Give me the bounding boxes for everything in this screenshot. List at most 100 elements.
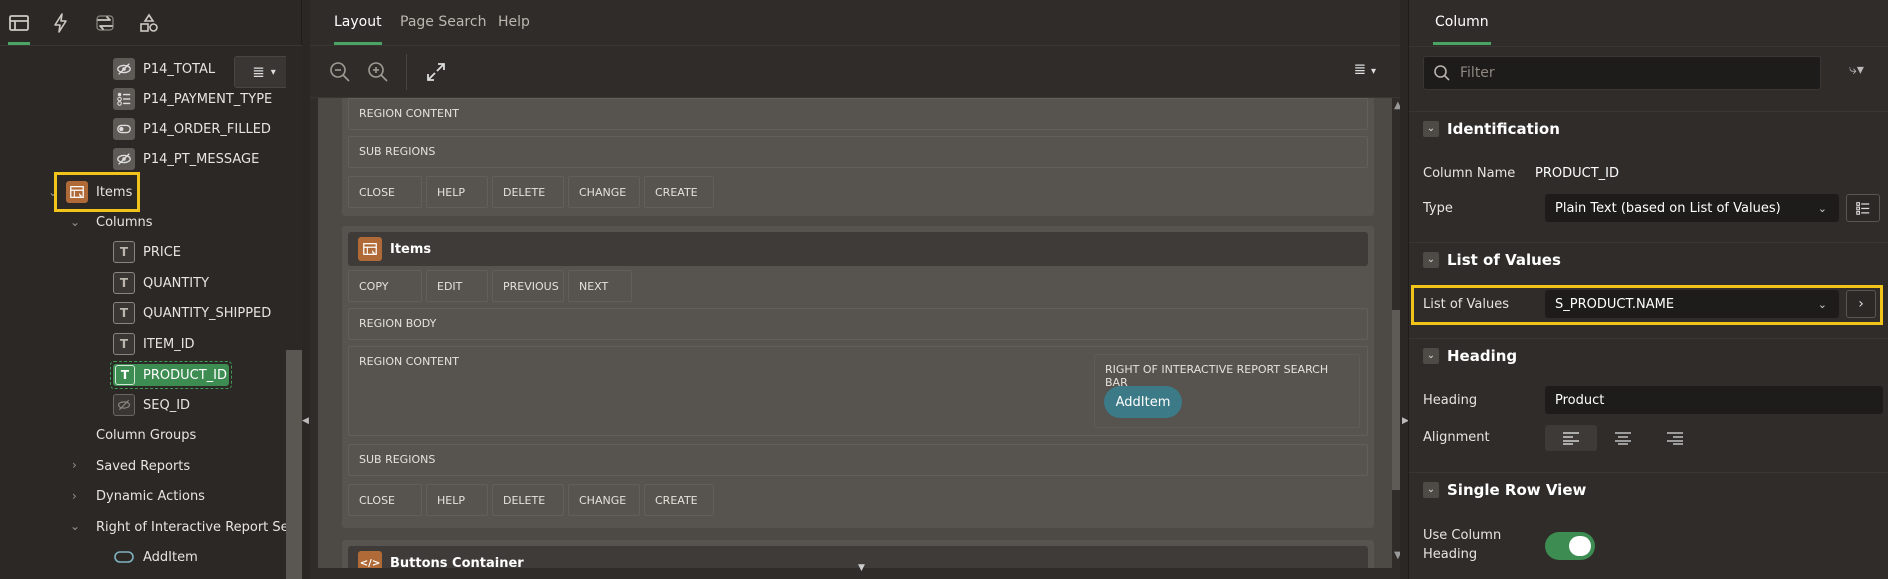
position-previous[interactable]: PREVIOUS: [492, 270, 564, 302]
layout-region-previous[interactable]: REGION CONTENT SUB REGIONS CLOSE HELP DE…: [342, 98, 1374, 216]
tree-item-label: Saved Reports: [96, 458, 191, 474]
left-splitter[interactable]: [302, 0, 310, 579]
right-splitter[interactable]: [1400, 0, 1408, 579]
additem-button[interactable]: AddItem: [1104, 386, 1182, 418]
tab-help[interactable]: Help: [498, 14, 530, 30]
use-column-heading-label-line1: Use Column: [1423, 528, 1502, 543]
section-title: Heading: [1447, 346, 1518, 365]
position-change[interactable]: CHANGE: [568, 484, 640, 516]
tree-saved-reports[interactable]: Saved Reports: [96, 453, 190, 479]
region-header[interactable]: Items: [348, 232, 1368, 266]
heading-input[interactable]: Product: [1545, 386, 1883, 414]
position-change[interactable]: CHANGE: [568, 176, 640, 208]
lightning-icon[interactable]: [50, 12, 72, 34]
section-list-of-values[interactable]: ⌄ List of Values: [1409, 242, 1888, 276]
tree-column-item-id[interactable]: T ITEM_ID: [113, 331, 195, 357]
position-close[interactable]: CLOSE: [348, 484, 422, 516]
tree-menu-button[interactable]: ≣ ▾: [234, 56, 294, 88]
tree-item-label: PRODUCT_ID: [143, 367, 227, 383]
list-options-button[interactable]: [1846, 194, 1880, 222]
tab-layout[interactable]: Layout: [334, 14, 382, 45]
section-title: Single Row View: [1447, 480, 1587, 499]
text-column-icon: T: [113, 241, 135, 263]
filter-input[interactable]: Filter: [1423, 56, 1821, 90]
processing-loop-icon[interactable]: [94, 12, 116, 34]
tree-right-of-ir-search[interactable]: Right of Interactive Report Search: [96, 514, 286, 540]
tree-columns-group[interactable]: Columns: [96, 209, 153, 235]
list-icon: [1856, 202, 1870, 215]
region-title: Buttons Container: [390, 555, 524, 569]
section-identification[interactable]: ⌄ Identification: [1409, 111, 1888, 145]
chevron-right-icon[interactable]: ›: [72, 489, 77, 503]
position-close[interactable]: CLOSE: [348, 176, 422, 208]
tree-column-quantity[interactable]: T QUANTITY: [113, 270, 209, 296]
toggle-knob: [1569, 536, 1591, 556]
chevron-down-icon: ⌄: [1423, 347, 1439, 364]
column-name-label: Column Name: [1423, 166, 1516, 181]
tree-column-quantity-shipped[interactable]: T QUANTITY_SHIPPED: [113, 300, 271, 326]
tree-item-p14-order-filled[interactable]: P14_ORDER_FILLED: [113, 116, 271, 142]
position-help[interactable]: HELP: [426, 176, 488, 208]
text-column-icon: T: [113, 272, 135, 294]
tree-item-p14-total[interactable]: P14_TOTAL: [113, 56, 215, 82]
tree-column-groups[interactable]: Column Groups: [96, 422, 196, 448]
lov-goto-button[interactable]: ›: [1846, 290, 1876, 318]
expand-icon[interactable]: [424, 60, 448, 84]
tab-page-search[interactable]: Page Search: [400, 14, 486, 30]
chevron-down-icon: ⌄: [1423, 251, 1439, 268]
position-copy[interactable]: COPY: [348, 270, 422, 302]
position-delete[interactable]: DELETE: [492, 484, 564, 516]
zoom-out-icon[interactable]: [328, 60, 352, 84]
lov-select[interactable]: S_PRODUCT.NAME ⌄: [1545, 290, 1839, 318]
section-heading[interactable]: ⌄ Heading: [1409, 338, 1888, 372]
region-content-label: REGION CONTENT: [359, 355, 459, 368]
tree-column-product-id[interactable]: T PRODUCT_ID: [113, 364, 229, 386]
tree-item-label: ITEM_ID: [143, 336, 195, 352]
align-center-button[interactable]: [1597, 425, 1649, 451]
chevron-down-icon[interactable]: ⌄: [70, 519, 80, 533]
tree-scrollbar-thumb[interactable]: [286, 350, 302, 579]
tree-region-items[interactable]: Items: [66, 179, 132, 205]
tree-item-label: P14_TOTAL: [143, 61, 216, 77]
align-right-button[interactable]: [1649, 425, 1701, 451]
align-left-button[interactable]: [1545, 425, 1597, 451]
go-to-group-icon[interactable]: ⤷▾: [1849, 62, 1864, 78]
alignment-label: Alignment: [1423, 430, 1490, 445]
position-help[interactable]: HELP: [426, 484, 488, 516]
tree-button-additem[interactable]: AddItem: [113, 544, 198, 570]
position-next[interactable]: NEXT: [568, 270, 632, 302]
type-select[interactable]: Plain Text (based on List of Values) ⌄: [1545, 194, 1839, 222]
tab-column[interactable]: Column: [1433, 14, 1491, 45]
column-name-value: PRODUCT_ID: [1535, 166, 1619, 181]
position-create[interactable]: CREATE: [644, 176, 714, 208]
chevron-right-icon[interactable]: ›: [72, 458, 77, 472]
lov-select-value: S_PRODUCT.NAME: [1555, 296, 1675, 312]
type-select-value: Plain Text (based on List of Values): [1555, 200, 1781, 216]
tree-column-price[interactable]: T PRICE: [113, 239, 181, 265]
shared-components-icon[interactable]: [138, 12, 160, 34]
view-menu-button[interactable]: ≣ ▾: [1354, 60, 1376, 78]
text-column-icon: T: [113, 302, 135, 324]
region-content-zone[interactable]: REGION CONTENT: [348, 98, 1368, 130]
position-edit[interactable]: EDIT: [426, 270, 488, 302]
position-delete[interactable]: DELETE: [492, 176, 564, 208]
chevron-down-icon[interactable]: ▼: [858, 563, 865, 573]
section-single-row-view[interactable]: ⌄ Single Row View: [1409, 472, 1888, 506]
region-body-zone[interactable]: REGION BODY: [348, 308, 1368, 340]
tree-item-p14-pt-message[interactable]: P14_PT_MESSAGE: [113, 146, 259, 172]
chevron-down-icon: ⌄: [1817, 201, 1827, 215]
collapse-left-icon[interactable]: ◀: [302, 416, 309, 426]
zoom-in-icon[interactable]: [366, 60, 390, 84]
sub-regions-zone[interactable]: SUB REGIONS: [348, 444, 1368, 476]
tree-column-seq-id[interactable]: SEQ_ID: [113, 392, 190, 418]
switch-item-icon: [113, 118, 135, 140]
hidden-item-icon: [113, 148, 135, 170]
rendering-tab-icon[interactable]: [8, 12, 30, 45]
position-create[interactable]: CREATE: [644, 484, 714, 516]
layout-region-items[interactable]: Items COPY EDIT PREVIOUS NEXT REGION BOD…: [342, 226, 1374, 528]
tree-item-p14-payment-type[interactable]: P14_PAYMENT_TYPE: [113, 86, 272, 112]
tree-dynamic-actions[interactable]: Dynamic Actions: [96, 483, 205, 509]
chevron-down-icon[interactable]: ⌄: [70, 215, 80, 229]
sub-regions-zone[interactable]: SUB REGIONS: [348, 136, 1368, 168]
radio-group-icon: [113, 88, 135, 110]
